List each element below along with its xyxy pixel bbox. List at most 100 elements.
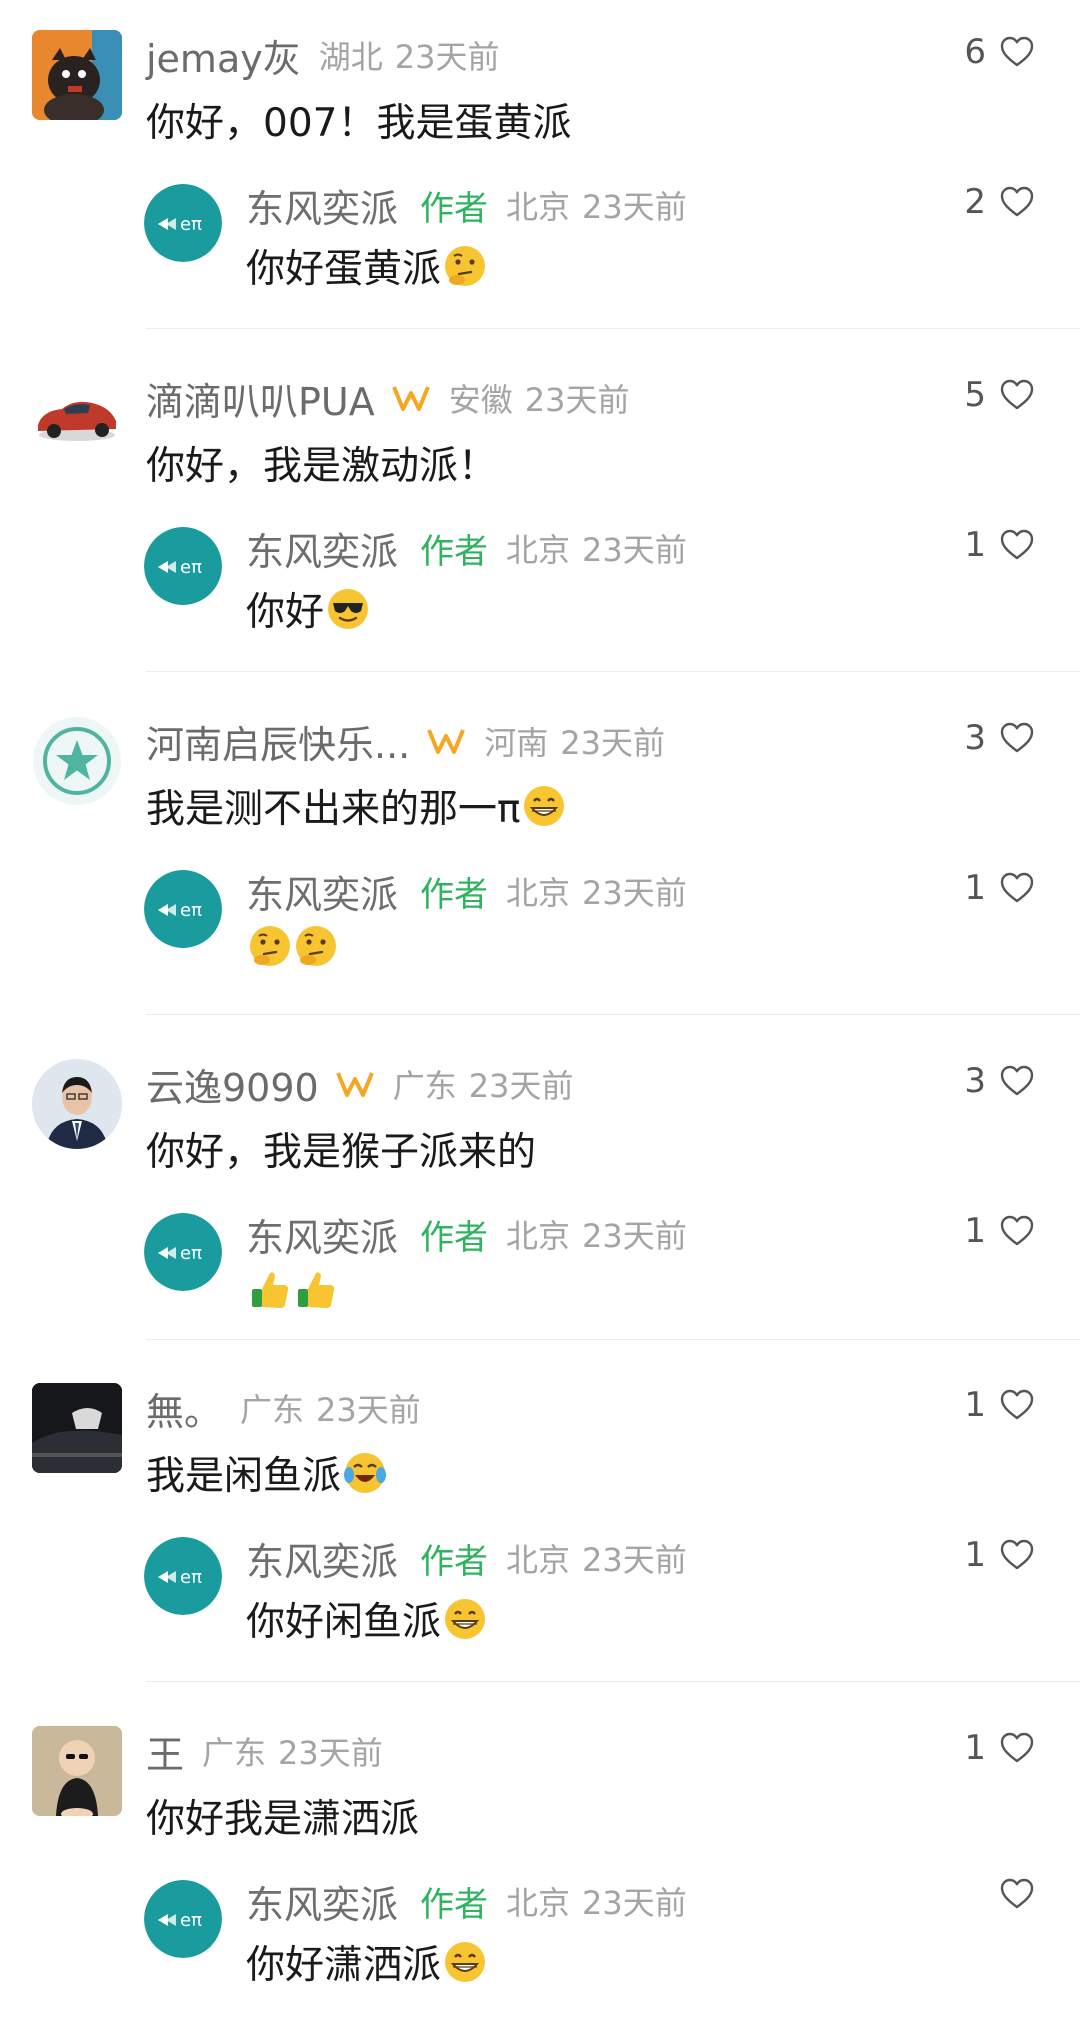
like-button[interactable] xyxy=(986,1878,1034,1910)
reply-text-content: 你好蛋黄派 xyxy=(246,247,442,292)
reply-text[interactable]: 你好潇洒派 xyxy=(246,1934,487,1990)
heart-outline-icon xyxy=(1000,872,1034,903)
vip-badge-icon xyxy=(426,726,466,756)
like-button[interactable]: 5 xyxy=(964,375,1034,415)
like-button[interactable]: 3 xyxy=(964,718,1034,758)
comment-text[interactable]: 我是闲鱼派 xyxy=(146,1445,387,1501)
like-button[interactable]: 6 xyxy=(964,32,1034,72)
author-tag: 作者 xyxy=(420,1884,489,1925)
comment-text[interactable]: 你好，我是激动派！ xyxy=(146,435,497,491)
timestamp: 23天前 xyxy=(582,1541,687,1579)
comment-meta: 無。 广东 23天前 xyxy=(146,1381,421,1436)
portrait-avatar-icon xyxy=(32,1059,122,1149)
comment-text[interactable]: 你好，007！我是蛋黄派 xyxy=(146,92,571,148)
like-count: 1 xyxy=(964,868,986,908)
username[interactable]: 东风奕派 xyxy=(246,1874,398,1929)
brand-avatar[interactable]: eπ xyxy=(144,1537,222,1615)
username[interactable]: jemay灰 xyxy=(146,28,301,83)
heart-outline-icon xyxy=(1000,1389,1034,1420)
like-button[interactable]: 1 xyxy=(964,1211,1034,1251)
grin-emoji-icon xyxy=(445,1599,486,1639)
like-button[interactable]: 1 xyxy=(964,1728,1034,1768)
heart-outline-icon xyxy=(1000,1732,1034,1763)
like-button[interactable]: 3 xyxy=(964,1061,1034,1101)
reply-text[interactable] xyxy=(246,1267,338,1311)
reply-text[interactable]: 你好闲鱼派 xyxy=(246,1591,487,1647)
comment-meta: 王 广东 23天前 xyxy=(146,1724,383,1779)
like-count: 1 xyxy=(964,1385,986,1425)
author-tag: 作者 xyxy=(420,874,489,915)
username[interactable]: 东风奕派 xyxy=(246,521,398,576)
comment-meta: 河南启辰快乐... 河南 23天前 xyxy=(146,714,665,769)
location: 北京 xyxy=(506,531,571,569)
divider xyxy=(146,328,1080,329)
avatar[interactable] xyxy=(32,716,122,806)
reply-text[interactable]: 你好 xyxy=(246,581,370,637)
timestamp: 23天前 xyxy=(582,188,687,226)
username[interactable]: 王 xyxy=(146,1724,184,1779)
dark-photo-avatar-icon xyxy=(32,1383,122,1473)
like-count: 1 xyxy=(964,1535,986,1575)
username[interactable]: 东风奕派 xyxy=(246,1207,398,1262)
comment-text[interactable]: 我是测不出来的那一π xyxy=(146,778,566,834)
heart-outline-icon xyxy=(1000,1065,1034,1096)
thinking-emoji-icon xyxy=(445,246,486,286)
location: 北京 xyxy=(506,1541,571,1579)
timestamp: 23天前 xyxy=(316,1391,421,1429)
avatar[interactable] xyxy=(32,1726,122,1816)
comment-text-content: 你好，我是猴子派来的 xyxy=(146,1130,537,1175)
timestamp: 23天前 xyxy=(468,1067,574,1105)
avatar[interactable] xyxy=(32,30,122,120)
avatar-image-icon xyxy=(32,30,122,120)
heart-outline-icon xyxy=(1000,379,1034,410)
like-button[interactable]: 2 xyxy=(964,182,1034,222)
avatar[interactable] xyxy=(32,1383,122,1473)
comment: jemay灰 湖北 23天前 你好，007！我是蛋黄派 6 xyxy=(0,30,1080,180)
comment-text-content: 我是测不出来的那一π xyxy=(146,787,521,832)
username[interactable]: 东风奕派 xyxy=(246,864,398,919)
reply-text[interactable] xyxy=(246,924,338,968)
reply-meta: 东风奕派 作者 北京 23天前 xyxy=(246,1874,687,1929)
author-tag: 作者 xyxy=(420,1541,489,1582)
svg-text:eπ: eπ xyxy=(180,1243,202,1264)
divider xyxy=(146,1339,1080,1340)
like-button[interactable]: 1 xyxy=(964,1385,1034,1425)
brand-avatar[interactable]: eπ xyxy=(144,870,222,948)
comment-text-content: 我是闲鱼派 xyxy=(146,1454,342,1499)
brand-avatar[interactable]: eπ xyxy=(144,527,222,605)
author-tag: 作者 xyxy=(420,1217,489,1258)
svg-text:eπ: eπ xyxy=(180,214,202,235)
like-button[interactable]: 1 xyxy=(964,525,1034,565)
sunglasses-emoji-icon xyxy=(328,589,369,629)
timestamp: 23天前 xyxy=(582,874,687,912)
username[interactable]: 东风奕派 xyxy=(246,178,398,233)
reply-meta: 东风奕派 作者 北京 23天前 xyxy=(246,864,687,919)
reply-meta: 东风奕派 作者 北京 23天前 xyxy=(246,1207,687,1262)
author-reply: eπ 东风奕派 作者 北京 23天前 你好 1 xyxy=(0,523,1080,673)
brand-avatar[interactable]: eπ xyxy=(144,184,222,262)
username[interactable]: 东风奕派 xyxy=(246,1531,398,1586)
username[interactable]: 滴滴叭叭PUA xyxy=(146,371,375,426)
comment: 無。 广东 23天前 我是闲鱼派 1 xyxy=(0,1383,1080,1533)
username[interactable]: 無。 xyxy=(146,1381,222,1436)
divider xyxy=(146,1681,1080,1682)
like-button[interactable]: 1 xyxy=(964,1535,1034,1575)
avatar[interactable] xyxy=(32,373,122,463)
comment-meta: 滴滴叭叭PUA 安徽 23天前 xyxy=(146,371,629,426)
author-reply: eπ 东风奕派 作者 北京 23天前 你好闲鱼派 1 xyxy=(0,1533,1080,1683)
username[interactable]: 河南启辰快乐... xyxy=(146,714,410,769)
comment-text[interactable]: 你好我是潇洒派 xyxy=(146,1788,419,1844)
brand-avatar[interactable]: eπ xyxy=(144,1880,222,1958)
like-button[interactable]: 1 xyxy=(964,868,1034,908)
avatar[interactable] xyxy=(32,1059,122,1149)
thinking-emoji-icon xyxy=(250,926,290,966)
username[interactable]: 云逸9090 xyxy=(146,1057,319,1112)
author-tag: 作者 xyxy=(420,188,489,229)
comment: 王 广东 23天前 你好我是潇洒派 1 xyxy=(0,1726,1080,1876)
comment-text[interactable]: 你好，我是猴子派来的 xyxy=(146,1121,536,1177)
reply-text[interactable]: 你好蛋黄派 xyxy=(246,238,487,294)
thumbs-up-emoji-icon xyxy=(252,1272,289,1308)
author-reply: eπ 东风奕派 作者 北京 23天前 你好蛋黄派 2 xyxy=(0,180,1080,330)
brand-avatar[interactable]: eπ xyxy=(144,1213,222,1291)
heart-outline-icon xyxy=(1000,529,1034,560)
